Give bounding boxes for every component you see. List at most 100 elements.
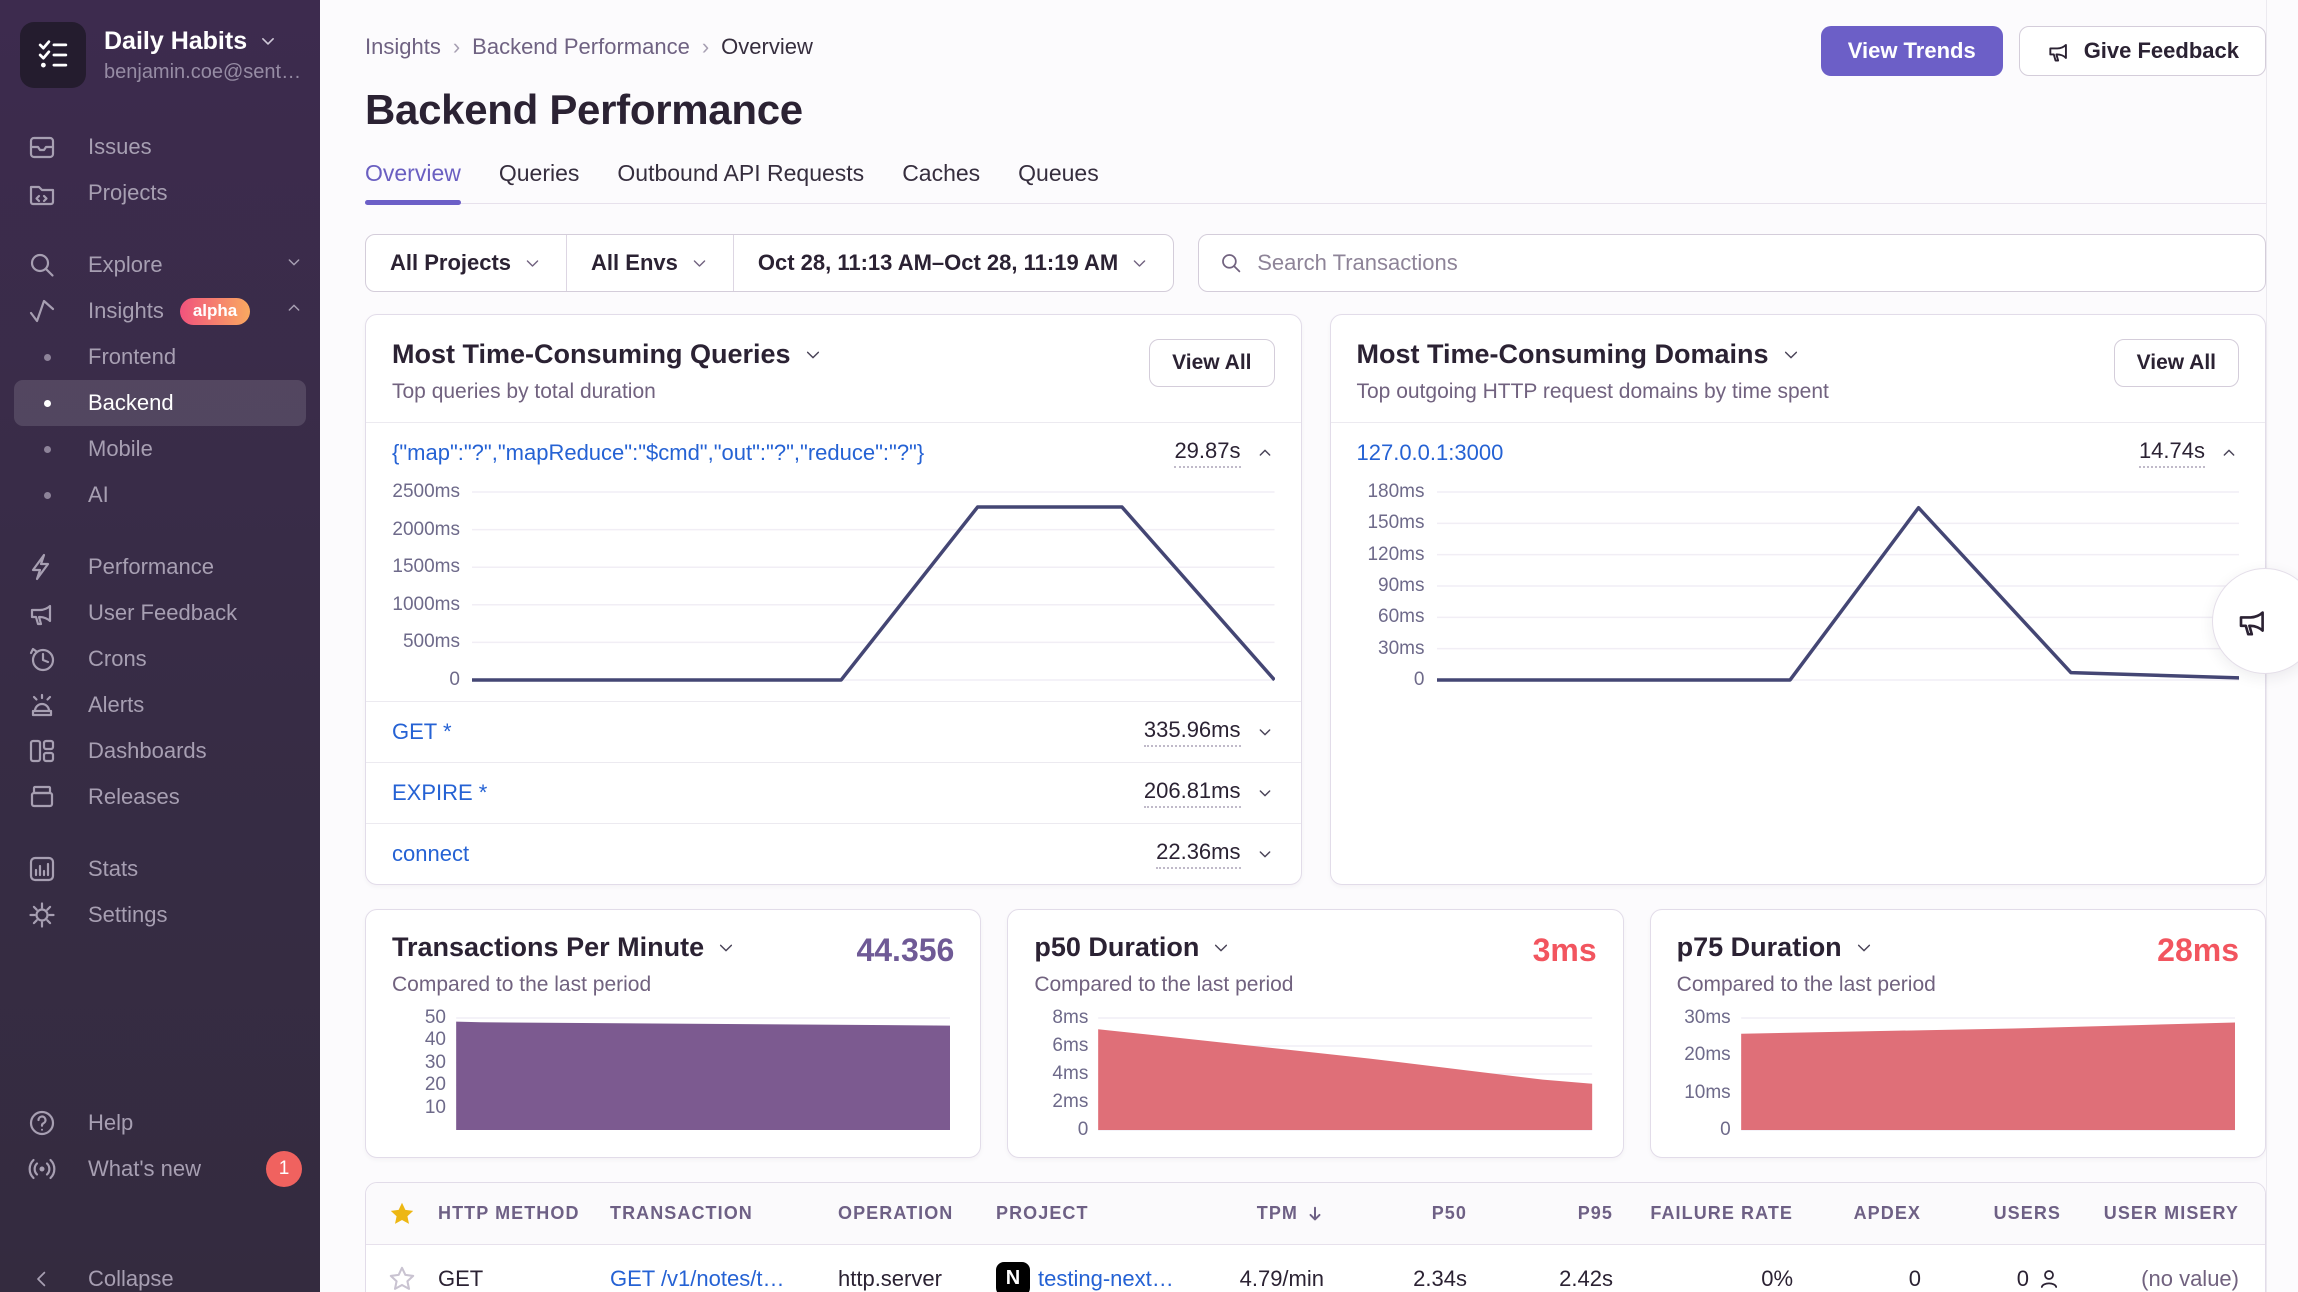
sidebar-item-label: Backend xyxy=(88,390,174,416)
queries-card-subtitle: Top queries by total duration xyxy=(392,380,823,404)
give-feedback-button[interactable]: Give Feedback xyxy=(2019,26,2266,76)
sidebar-item-projects[interactable]: Projects xyxy=(0,170,320,216)
alpha-badge: alpha xyxy=(180,298,250,325)
sidebar-item-frontend[interactable]: Frontend xyxy=(0,334,320,380)
sidebar-collapse-button[interactable]: Collapse xyxy=(0,1256,320,1292)
star-column-header[interactable] xyxy=(366,1200,428,1228)
search-transactions-box xyxy=(1198,234,2266,292)
sidebar-item-user-feedback[interactable]: User Feedback xyxy=(0,590,320,636)
sidebar-item-settings[interactable]: Settings xyxy=(0,892,320,938)
sidebar-item-label: Dashboards xyxy=(88,738,207,764)
date-range-filter[interactable]: Oct 28, 11:13 AM–Oct 28, 11:19 AM xyxy=(733,235,1173,291)
tab-queries[interactable]: Queries xyxy=(499,160,580,203)
column-header-p50[interactable]: P50 xyxy=(1334,1203,1477,1224)
sidebar-item-alerts[interactable]: Alerts xyxy=(0,682,320,728)
column-header-failure-rate[interactable]: FAILURE RATE xyxy=(1623,1203,1803,1224)
column-header-transaction[interactable]: TRANSACTION xyxy=(600,1203,828,1224)
column-header-operation[interactable]: OPERATION xyxy=(828,1203,986,1224)
p50-duration-card: p50 Duration Compared to the last period… xyxy=(1007,909,1623,1158)
sidebar-item-performance[interactable]: Performance xyxy=(0,544,320,590)
search-icon xyxy=(26,249,58,281)
query-link[interactable]: EXPIRE * xyxy=(392,780,487,806)
star-toggle[interactable] xyxy=(366,1265,428,1292)
p75-chart: 30ms20ms10ms0 xyxy=(1677,1015,2239,1133)
expand-row-button[interactable] xyxy=(1255,844,1275,864)
sidebar-item-label: Releases xyxy=(88,784,180,810)
sidebar-item-label: Stats xyxy=(88,856,138,882)
app-root: Daily Habits benjamin.coe@sent… Issues P… xyxy=(0,0,2298,1292)
sidebar-item-insights[interactable]: Insights alpha xyxy=(0,288,320,334)
column-header-user-misery[interactable]: USER MISERY xyxy=(2071,1203,2265,1224)
table-header-row: HTTP METHOD TRANSACTION OPERATION PROJEC… xyxy=(366,1183,2265,1245)
domains-view-all-button[interactable]: View All xyxy=(2114,339,2239,387)
query-link[interactable]: GET * xyxy=(392,719,452,745)
queries-view-all-button[interactable]: View All xyxy=(1149,339,1274,387)
dashboard-icon xyxy=(26,735,58,767)
domain-link[interactable]: 127.0.0.1:3000 xyxy=(1357,440,1504,466)
sidebar-item-releases[interactable]: Releases xyxy=(0,774,320,820)
column-header-apdex[interactable]: APDEX xyxy=(1803,1203,1931,1224)
query-total-time: 22.36ms xyxy=(1156,839,1240,869)
sidebar-item-crons[interactable]: Crons xyxy=(0,636,320,682)
column-header-project[interactable]: PROJECT xyxy=(986,1203,1184,1224)
org-switcher[interactable]: Daily Habits benjamin.coe@sent… xyxy=(0,0,320,88)
sidebar-item-mobile[interactable]: Mobile xyxy=(0,426,320,472)
column-header-users[interactable]: USERS xyxy=(1931,1203,2071,1224)
query-link[interactable]: connect xyxy=(392,841,469,867)
view-trends-button[interactable]: View Trends xyxy=(1821,26,2003,76)
sidebar-item-label: Issues xyxy=(88,134,152,160)
tab-overview[interactable]: Overview xyxy=(365,160,461,203)
nextjs-project-icon: N xyxy=(996,1262,1030,1292)
tpm-value: 44.356 xyxy=(856,932,954,969)
chevron-down-icon xyxy=(284,252,304,278)
bullet-icon xyxy=(44,400,51,407)
tab-queues[interactable]: Queues xyxy=(1018,160,1099,203)
expand-row-button[interactable] xyxy=(1255,783,1275,803)
chevron-down-icon xyxy=(716,938,736,958)
sidebar-item-explore[interactable]: Explore xyxy=(0,242,320,288)
lightning-icon xyxy=(26,551,58,583)
query-link[interactable]: {"map":"?","mapReduce":"$cmd","out":"?",… xyxy=(392,440,924,466)
project-filter[interactable]: All Projects xyxy=(366,235,566,291)
sidebar-item-backend[interactable]: Backend xyxy=(14,380,306,426)
sidebar-item-label: AI xyxy=(88,482,109,508)
tab-outbound-api-requests[interactable]: Outbound API Requests xyxy=(617,160,864,203)
queries-card-title[interactable]: Most Time-Consuming Queries xyxy=(392,339,823,370)
column-header-tpm[interactable]: TPM xyxy=(1184,1203,1334,1224)
domains-card-title[interactable]: Most Time-Consuming Domains xyxy=(1357,339,1829,370)
insights-icon xyxy=(26,295,58,327)
breadcrumb: Insights › Backend Performance › Overvie… xyxy=(365,34,813,60)
cell-users: 0 xyxy=(1931,1266,2071,1292)
cell-tpm: 4.79/min xyxy=(1184,1266,1334,1292)
breadcrumb-backend-performance[interactable]: Backend Performance xyxy=(472,34,690,60)
tpm-title[interactable]: Transactions Per Minute xyxy=(392,932,736,963)
project-link[interactable]: testing-nextj… xyxy=(1038,1266,1174,1292)
environment-filter[interactable]: All Envs xyxy=(566,235,733,291)
transaction-link[interactable]: GET /v1/notes/t… xyxy=(610,1266,784,1292)
p75-title[interactable]: p75 Duration xyxy=(1677,932,1936,963)
p50-value: 3ms xyxy=(1533,932,1597,969)
sidebar-item-stats[interactable]: Stats xyxy=(0,846,320,892)
collapse-row-button[interactable] xyxy=(1255,443,1275,463)
sidebar-item-help[interactable]: Help xyxy=(0,1100,320,1146)
column-header-http-method[interactable]: HTTP METHOD xyxy=(428,1203,600,1224)
search-transactions-input[interactable] xyxy=(1257,250,2245,276)
sidebar-item-whats-new[interactable]: What's new 1 xyxy=(0,1146,320,1192)
sidebar-item-ai[interactable]: AI xyxy=(0,472,320,518)
main-content: Insights › Backend Performance › Overvie… xyxy=(320,0,2298,1292)
sidebar-item-dashboards[interactable]: Dashboards xyxy=(0,728,320,774)
archive-icon xyxy=(26,781,58,813)
cell-failure-rate: 0% xyxy=(1623,1266,1803,1292)
expand-row-button[interactable] xyxy=(1255,722,1275,742)
p50-title[interactable]: p50 Duration xyxy=(1034,932,1293,963)
queries-duration-chart: 2500ms2000ms1500ms1000ms500ms0 xyxy=(366,483,1301,701)
collapse-row-button[interactable] xyxy=(2219,443,2239,463)
column-header-p95[interactable]: P95 xyxy=(1477,1203,1623,1224)
sidebar-item-issues[interactable]: Issues xyxy=(0,124,320,170)
bullet-icon xyxy=(44,492,51,499)
chevron-down-icon xyxy=(803,345,823,365)
p50-subtitle: Compared to the last period xyxy=(1034,973,1293,997)
tab-caches[interactable]: Caches xyxy=(902,160,980,203)
sidebar-item-label: Explore xyxy=(88,252,163,278)
breadcrumb-insights[interactable]: Insights xyxy=(365,34,441,60)
